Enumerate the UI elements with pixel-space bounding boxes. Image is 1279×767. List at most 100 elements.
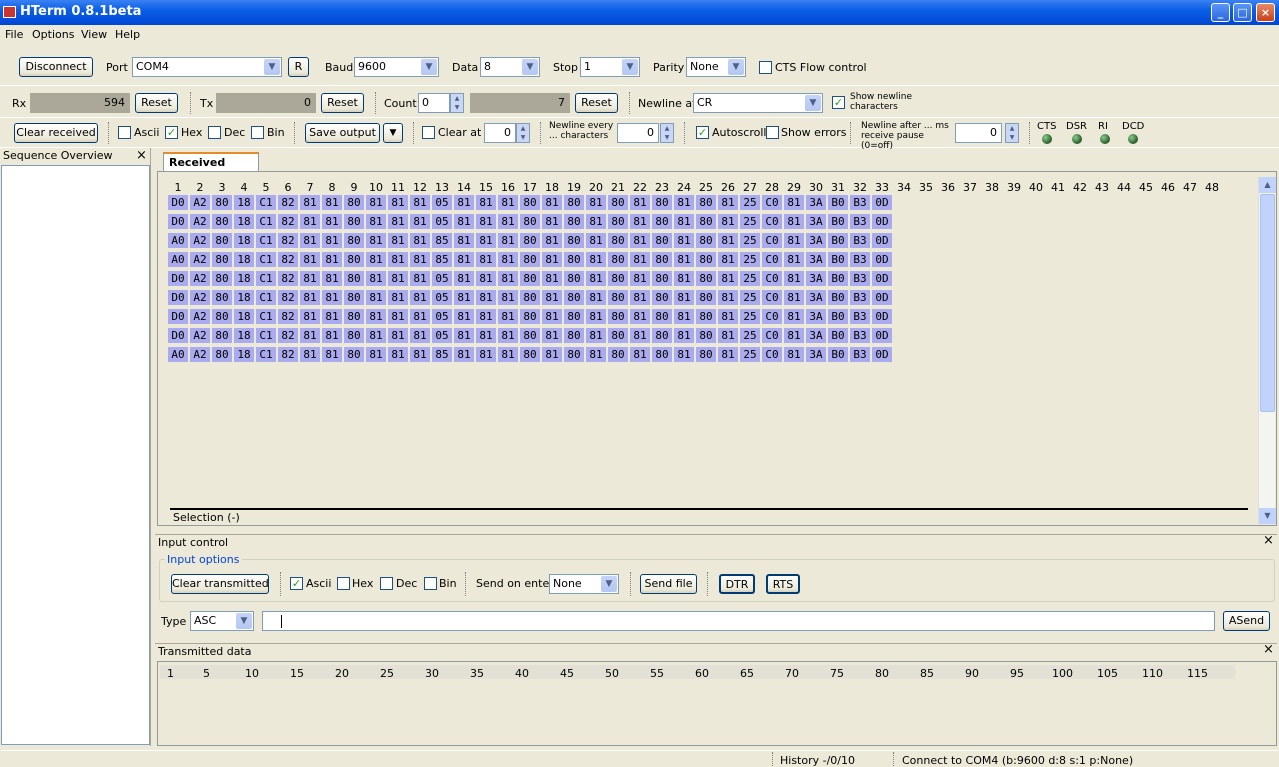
- byte-cell[interactable]: B0: [828, 271, 848, 286]
- byte-cell[interactable]: 81: [784, 233, 804, 248]
- refresh-ports-button[interactable]: R: [288, 57, 309, 77]
- byte-cell[interactable]: 18: [234, 195, 254, 210]
- send-file-button[interactable]: Send file: [640, 574, 697, 594]
- byte-cell[interactable]: 80: [696, 290, 716, 305]
- byte-cell[interactable]: 80: [520, 347, 540, 362]
- byte-cell[interactable]: 25: [740, 347, 760, 362]
- byte-cell[interactable]: 80: [652, 252, 672, 267]
- byte-cell[interactable]: 80: [696, 233, 716, 248]
- byte-cell[interactable]: C1: [256, 271, 276, 286]
- byte-cell[interactable]: 80: [652, 290, 672, 305]
- send-input[interactable]: [262, 611, 1215, 631]
- byte-cell[interactable]: 3A: [806, 347, 826, 362]
- byte-cell[interactable]: 80: [212, 252, 232, 267]
- count-spinner[interactable]: ▲ ▼: [450, 93, 464, 113]
- dec-checkbox[interactable]: [208, 126, 221, 139]
- byte-cell[interactable]: 81: [498, 290, 518, 305]
- byte-cell[interactable]: 18: [234, 290, 254, 305]
- byte-cell[interactable]: 05: [432, 309, 452, 324]
- byte-cell[interactable]: C1: [256, 290, 276, 305]
- byte-cell[interactable]: D0: [168, 309, 188, 324]
- disconnect-button[interactable]: Disconnect: [19, 57, 93, 77]
- cts-flow-checkbox[interactable]: [759, 61, 772, 74]
- save-output-button[interactable]: Save output: [305, 123, 380, 143]
- byte-cell[interactable]: B3: [850, 214, 870, 229]
- byte-cell[interactable]: B3: [850, 195, 870, 210]
- byte-cell[interactable]: 81: [410, 233, 430, 248]
- autoscroll-checkbox[interactable]: ✓: [696, 126, 709, 139]
- byte-cell[interactable]: 80: [652, 195, 672, 210]
- byte-cell[interactable]: 80: [564, 290, 584, 305]
- byte-cell[interactable]: 81: [586, 271, 606, 286]
- byte-cell[interactable]: 81: [718, 214, 738, 229]
- bin-checkbox[interactable]: [251, 126, 264, 139]
- byte-cell[interactable]: 81: [674, 328, 694, 343]
- byte-cell[interactable]: A2: [190, 195, 210, 210]
- byte-cell[interactable]: 80: [696, 347, 716, 362]
- byte-cell[interactable]: 81: [674, 347, 694, 362]
- byte-cell[interactable]: 81: [718, 290, 738, 305]
- byte-cell[interactable]: 80: [564, 195, 584, 210]
- byte-cell[interactable]: A2: [190, 290, 210, 305]
- byte-cell[interactable]: 81: [388, 195, 408, 210]
- clear-received-button[interactable]: Clear received: [14, 123, 98, 143]
- byte-cell[interactable]: C0: [762, 309, 782, 324]
- byte-cell[interactable]: A2: [190, 271, 210, 286]
- byte-cell[interactable]: 80: [608, 290, 628, 305]
- byte-cell[interactable]: 81: [498, 252, 518, 267]
- byte-cell[interactable]: 81: [542, 309, 562, 324]
- byte-cell[interactable]: 81: [476, 271, 496, 286]
- byte-cell[interactable]: B0: [828, 252, 848, 267]
- clear-transmitted-button[interactable]: Clear transmitted: [171, 574, 269, 594]
- byte-cell[interactable]: 81: [300, 347, 320, 362]
- byte-cell[interactable]: 80: [212, 195, 232, 210]
- byte-cell[interactable]: B0: [828, 290, 848, 305]
- byte-cell[interactable]: 81: [476, 214, 496, 229]
- byte-cell[interactable]: 81: [322, 233, 342, 248]
- byte-cell[interactable]: 81: [388, 271, 408, 286]
- byte-cell[interactable]: C1: [256, 195, 276, 210]
- byte-cell[interactable]: 81: [410, 252, 430, 267]
- newline-every-input[interactable]: 0: [617, 123, 659, 143]
- byte-cell[interactable]: 81: [784, 214, 804, 229]
- minimize-button[interactable]: _: [1211, 3, 1230, 22]
- byte-cell[interactable]: 05: [432, 290, 452, 305]
- byte-cell[interactable]: 81: [718, 309, 738, 324]
- byte-cell[interactable]: 81: [498, 195, 518, 210]
- byte-cell[interactable]: 81: [300, 252, 320, 267]
- rts-button[interactable]: RTS: [766, 574, 800, 594]
- byte-cell[interactable]: 80: [608, 195, 628, 210]
- byte-cell[interactable]: 81: [718, 252, 738, 267]
- byte-cell[interactable]: 80: [212, 309, 232, 324]
- byte-cell[interactable]: D0: [168, 214, 188, 229]
- byte-cell[interactable]: 18: [234, 328, 254, 343]
- byte-cell[interactable]: 3A: [806, 271, 826, 286]
- byte-cell[interactable]: 81: [388, 309, 408, 324]
- byte-cell[interactable]: C1: [256, 347, 276, 362]
- byte-cell[interactable]: 80: [696, 195, 716, 210]
- byte-cell[interactable]: 81: [630, 309, 650, 324]
- byte-cell[interactable]: 80: [608, 347, 628, 362]
- byte-cell[interactable]: 81: [300, 233, 320, 248]
- byte-cell[interactable]: 81: [542, 328, 562, 343]
- byte-cell[interactable]: 81: [300, 309, 320, 324]
- byte-cell[interactable]: 81: [322, 252, 342, 267]
- byte-cell[interactable]: 81: [542, 290, 562, 305]
- byte-cell[interactable]: D0: [168, 290, 188, 305]
- input-bin-checkbox[interactable]: [424, 577, 437, 590]
- byte-cell[interactable]: D0: [168, 195, 188, 210]
- byte-cell[interactable]: 81: [718, 328, 738, 343]
- byte-cell[interactable]: 80: [344, 290, 364, 305]
- byte-cell[interactable]: 81: [388, 290, 408, 305]
- byte-cell[interactable]: C0: [762, 290, 782, 305]
- byte-cell[interactable]: 81: [454, 347, 474, 362]
- byte-cell[interactable]: D0: [168, 328, 188, 343]
- byte-cell[interactable]: 0D: [872, 347, 892, 362]
- byte-cell[interactable]: 81: [718, 233, 738, 248]
- byte-cell[interactable]: 80: [520, 233, 540, 248]
- received-scrollbar[interactable]: ▲ ▼: [1258, 177, 1276, 524]
- byte-cell[interactable]: 3A: [806, 233, 826, 248]
- close-icon[interactable]: ×: [1263, 642, 1274, 657]
- send-on-enter-select[interactable]: None ▼: [549, 574, 619, 594]
- byte-cell[interactable]: C1: [256, 252, 276, 267]
